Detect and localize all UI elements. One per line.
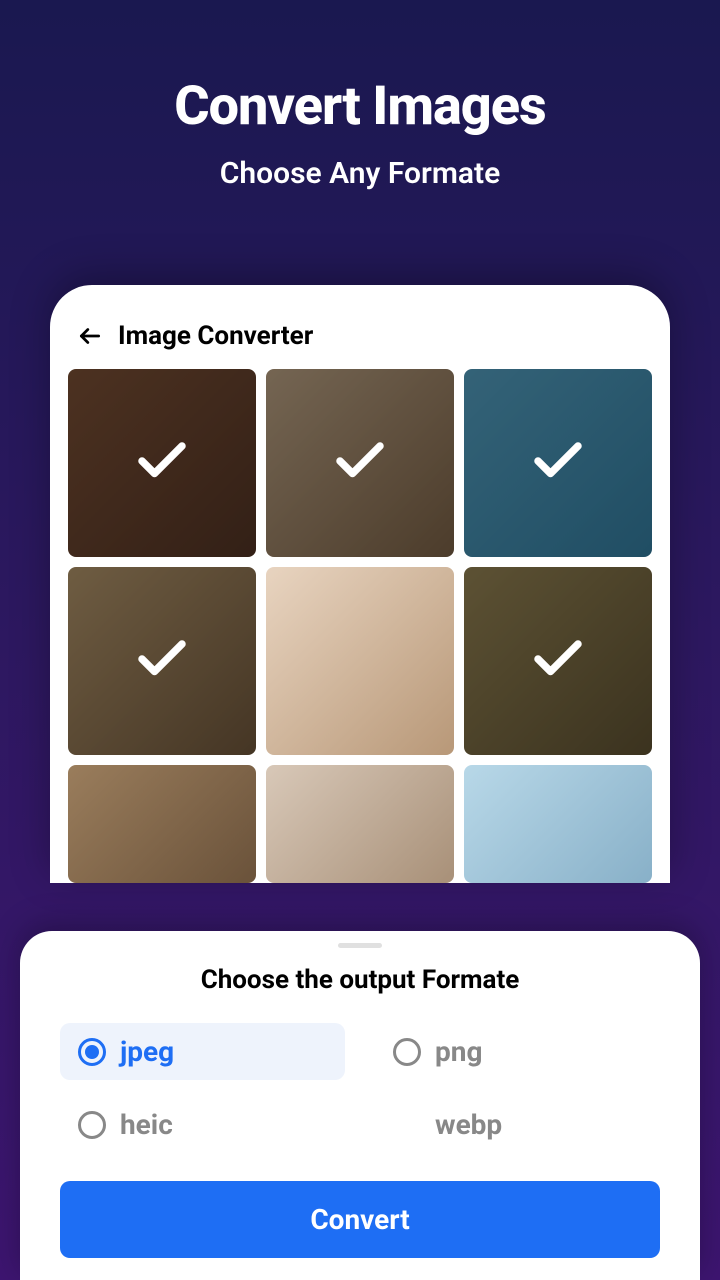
check-icon (132, 431, 192, 495)
check-icon (528, 629, 588, 693)
radio-icon (78, 1038, 106, 1066)
image-thumbnail[interactable] (68, 765, 256, 883)
format-option-png[interactable]: png (375, 1023, 660, 1080)
image-thumbnail[interactable] (68, 567, 256, 755)
convert-button[interactable]: Convert (60, 1181, 660, 1258)
radio-icon (78, 1111, 106, 1139)
check-icon (330, 431, 390, 495)
format-option-webp[interactable]: webp (375, 1096, 660, 1153)
radio-icon (393, 1038, 421, 1066)
image-thumbnail[interactable] (464, 369, 652, 557)
back-arrow-icon[interactable] (76, 322, 104, 350)
image-grid (50, 369, 670, 883)
image-thumbnail[interactable] (464, 765, 652, 883)
hero-subtitle: Choose Any Formate (40, 156, 680, 191)
sheet-title: Choose the output Formate (60, 965, 660, 995)
format-label: png (435, 1035, 482, 1068)
hero-section: Convert Images Choose Any Formate (0, 0, 720, 231)
phone-frame: Image Converter (50, 285, 670, 883)
format-label: heic (120, 1108, 173, 1141)
image-thumbnail[interactable] (68, 369, 256, 557)
format-label: webp (435, 1108, 502, 1141)
format-options: jpeg png heic webp (60, 1023, 660, 1153)
app-bar: Image Converter (50, 313, 670, 369)
format-option-heic[interactable]: heic (60, 1096, 345, 1153)
app-title: Image Converter (118, 321, 313, 351)
format-label: jpeg (120, 1035, 174, 1068)
image-thumbnail[interactable] (266, 765, 454, 883)
image-thumbnail[interactable] (464, 567, 652, 755)
image-thumbnail[interactable] (266, 567, 454, 755)
check-icon (132, 629, 192, 693)
format-sheet: Choose the output Formate jpeg png heic … (20, 931, 700, 1280)
format-option-jpeg[interactable]: jpeg (60, 1023, 345, 1080)
image-thumbnail[interactable] (266, 369, 454, 557)
sheet-handle[interactable] (338, 943, 382, 948)
hero-title: Convert Images (40, 75, 680, 138)
check-icon (528, 431, 588, 495)
